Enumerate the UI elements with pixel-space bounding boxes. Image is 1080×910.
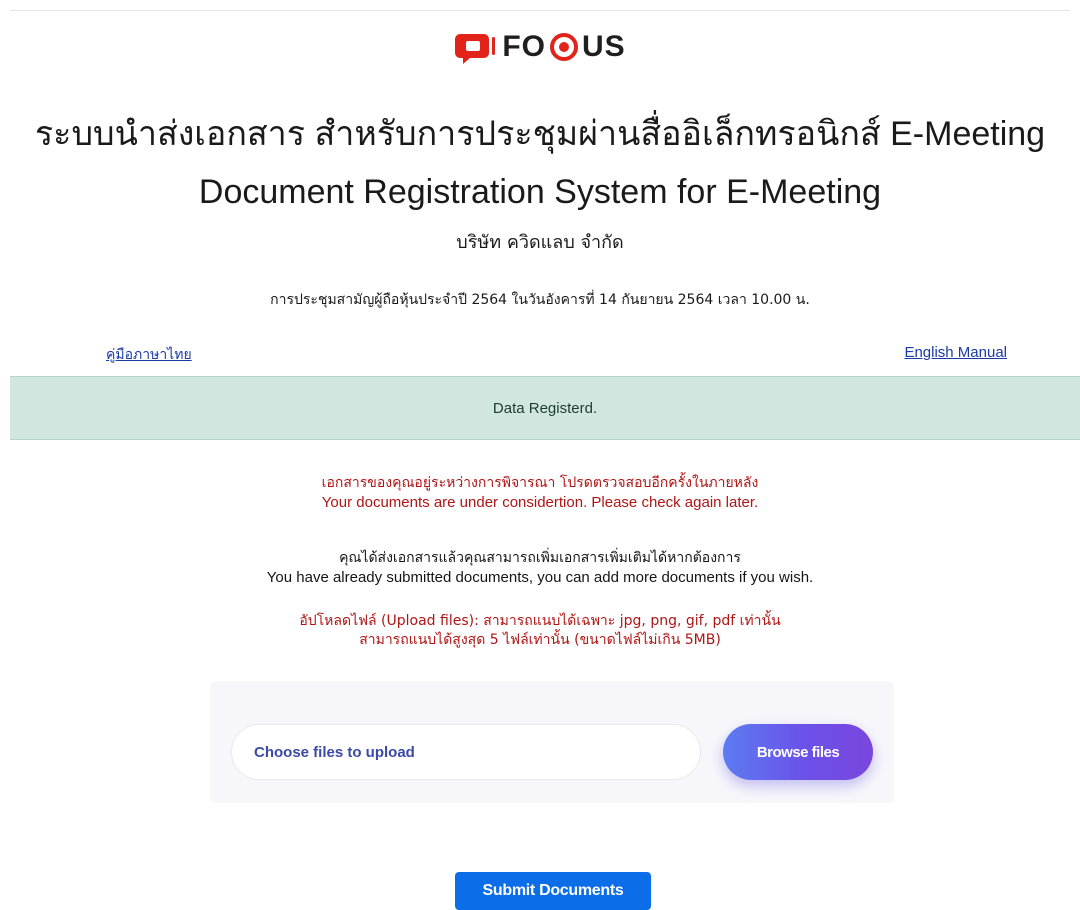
record-logo-icon <box>549 33 578 61</box>
upload-rules: อัปโหลดไฟล์ (Upload files): สามารถแนบได้… <box>0 612 1080 650</box>
file-upload-input[interactable]: Choose files to upload <box>231 724 701 780</box>
page-title-thai: ระบบนำส่งเอกสาร สำหรับการประชุมผ่านสื่ออ… <box>34 115 1046 153</box>
upload-rule-types: อัปโหลดไฟล์ (Upload files): สามารถแนบได้… <box>299 613 781 629</box>
review-notice-english: Your documents are under considertion. P… <box>321 494 759 511</box>
submitted-notice-thai: คุณได้ส่งเอกสารแล้วคุณสามารถเพิ่มเอกสารเ… <box>339 550 741 566</box>
submitted-notice: คุณได้ส่งเอกสารแล้วคุณสามารถเพิ่มเอกสารเ… <box>0 549 1080 587</box>
file-upload-placeholder: Choose files to upload <box>254 743 415 761</box>
meeting-info: การประชุมสามัญผู้ถือหุ้นประจำปี 2564 ในว… <box>270 292 810 308</box>
alert-text: Data Registerd. <box>492 399 598 417</box>
top-divider <box>10 10 1070 11</box>
submit-documents-button[interactable]: Submit Documents <box>455 872 651 910</box>
camera-logo-icon <box>455 34 496 64</box>
success-alert: Data Registerd. <box>10 376 1080 440</box>
upload-panel: Choose files to upload Browse files <box>210 681 894 803</box>
submitted-notice-english: You have already submitted documents, yo… <box>266 569 814 586</box>
logo-text-right: US <box>581 30 626 63</box>
page-title: ระบบนำส่งเอกสาร สำหรับการประชุมผ่านสื่ออ… <box>0 105 1080 221</box>
logo-text-left: FO <box>502 30 546 63</box>
review-notice-thai: เอกสารของคุณอยู่ระหว่างการพิจารณา โปรดตร… <box>321 475 759 491</box>
review-notice: เอกสารของคุณอยู่ระหว่างการพิจารณา โปรดตร… <box>0 474 1080 512</box>
company-name: บริษัท ควิดแลบ จำกัด <box>456 232 624 253</box>
submit-documents-label: Submit Documents <box>482 882 624 899</box>
browse-files-button[interactable]: Browse files <box>723 724 873 780</box>
page-title-english: Document Registration System for E-Meeti… <box>198 173 882 211</box>
browse-files-label: Browse files <box>756 743 840 761</box>
thai-manual-link[interactable]: คู่มือภาษาไทย <box>106 344 192 366</box>
focus-logo: FO US <box>0 24 1080 70</box>
english-manual-link[interactable]: English Manual <box>904 344 1007 361</box>
upload-rule-limit: สามารถแนบได้สูงสุด 5 ไฟล์เท่านั้น (ขนาดไ… <box>359 632 721 648</box>
